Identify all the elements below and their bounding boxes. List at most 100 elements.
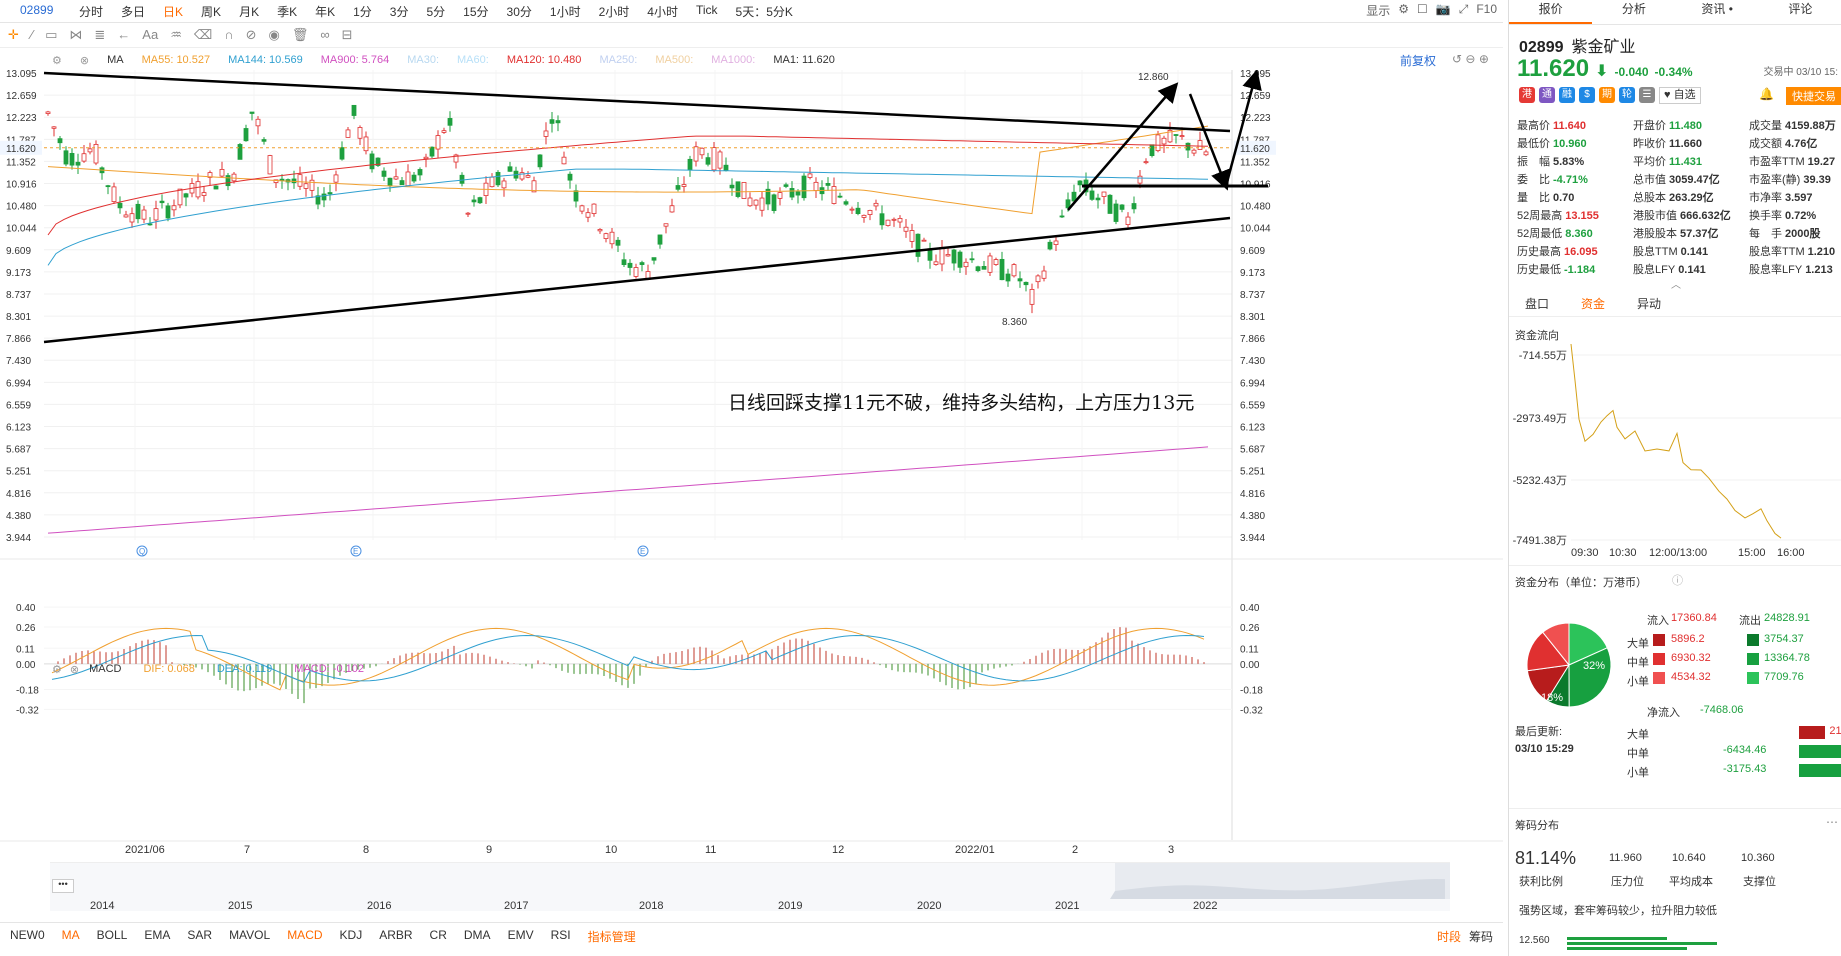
brush-tool-icon[interactable]: ♒ xyxy=(170,27,182,43)
settings-icon[interactable]: ⚙ xyxy=(52,663,62,676)
period-tab[interactable]: 5天：5分K xyxy=(727,3,802,20)
reset-icon[interactable]: ↺ xyxy=(1452,52,1462,66)
period-tab[interactable]: 日K xyxy=(154,3,192,20)
close-icon[interactable]: ⊗ xyxy=(80,54,89,70)
period-tab[interactable]: 15分 xyxy=(454,3,497,20)
period-tab[interactable]: 2小时 xyxy=(590,3,639,20)
indicator-tab[interactable]: MACD xyxy=(287,928,339,945)
expand-icon[interactable]: ⤢ xyxy=(1459,2,1469,19)
settings-icon[interactable]: ⚙ xyxy=(1398,2,1409,19)
adjust-button[interactable]: 前复权 xyxy=(1400,52,1436,69)
outflow-swatch xyxy=(1747,653,1759,665)
display-menu[interactable]: 显示 xyxy=(1366,2,1390,19)
arrow-tool-icon[interactable]: ← xyxy=(117,27,130,43)
period-tab[interactable]: 4小时 xyxy=(638,3,687,20)
crosshair-icon[interactable]: ✛ xyxy=(8,27,19,43)
eraser-icon[interactable]: ⌫ xyxy=(194,27,212,43)
add-watchlist-button[interactable]: ♥ 自选 xyxy=(1659,87,1701,104)
sub-tab[interactable]: 异动 xyxy=(1621,294,1677,316)
period-tab[interactable]: 季K xyxy=(268,3,306,20)
period-tab[interactable]: 5分 xyxy=(417,3,454,20)
period-segment-button[interactable]: 时段 xyxy=(1437,928,1461,945)
indicator-tab[interactable]: SAR xyxy=(187,928,229,945)
layers-icon[interactable]: ⊟ xyxy=(342,27,353,43)
zoom-in-icon[interactable]: ⊕ xyxy=(1479,52,1489,66)
margin-icon[interactable]: 融 xyxy=(1559,87,1575,103)
period-tab[interactable]: 分时 xyxy=(70,3,112,20)
indicator-tab[interactable]: MA xyxy=(62,928,97,945)
collapse-icon[interactable]: ︿ xyxy=(1671,276,1681,291)
ma-label[interactable]: MA xyxy=(107,54,124,70)
option-icon[interactable]: 期 xyxy=(1599,87,1615,103)
net-row-value: -6434.46 xyxy=(1723,744,1767,756)
quick-trade-button[interactable]: 快捷交易 xyxy=(1786,87,1841,105)
candle-body xyxy=(501,180,507,189)
time-navigator[interactable]: ••• 2014 2015 2016 2017 2018 2019 2020 2021 2022 xyxy=(50,862,1450,912)
period-tab[interactable]: 年K xyxy=(306,3,344,20)
panel-tab[interactable]: 分析 xyxy=(1592,0,1675,24)
window-icon[interactable]: ☐ xyxy=(1417,2,1428,19)
settings-icon[interactable]: ⚙ xyxy=(52,54,62,70)
period-tab[interactable]: 多日 xyxy=(112,3,154,20)
fib-tool-icon[interactable]: ≣ xyxy=(94,27,105,43)
candle-body xyxy=(63,150,69,165)
f10-button[interactable]: F10 xyxy=(1476,2,1497,19)
period-tab[interactable]: 1小时 xyxy=(541,3,590,20)
camera-icon[interactable]: 📷 xyxy=(1436,2,1451,19)
rect-tool-icon[interactable]: ▭ xyxy=(45,27,57,43)
sub-tab[interactable]: 盘口 xyxy=(1509,294,1565,316)
indicator-tab[interactable]: DMA xyxy=(464,928,508,945)
close-icon[interactable]: ⊗ xyxy=(70,663,79,676)
zoom-out-icon[interactable]: ⊖ xyxy=(1465,52,1475,66)
indicator-tab[interactable]: KDJ xyxy=(340,928,380,945)
pattern-tool-icon[interactable]: ⋈ xyxy=(69,27,82,43)
dollar-icon[interactable]: $ xyxy=(1579,87,1595,103)
warrant-icon[interactable]: 轮 xyxy=(1619,87,1635,103)
candle-body xyxy=(1059,215,1065,218)
line-tool-icon[interactable]: ⁄ xyxy=(31,27,33,43)
help-icon[interactable]: ⓘ xyxy=(1672,572,1683,588)
quote-label: 每 手 xyxy=(1749,228,1782,240)
candle-body xyxy=(69,152,75,166)
eye-icon[interactable]: ◉ xyxy=(268,27,279,43)
lock-icon[interactable]: ⊘ xyxy=(246,27,257,43)
indicator-tab[interactable]: NEW0 xyxy=(10,928,62,945)
link-icon[interactable]: ∞ xyxy=(320,27,329,43)
bell-icon[interactable]: 🔔 xyxy=(1759,87,1774,101)
macd-y-tick-label: -0.18 xyxy=(1240,685,1263,696)
period-tab[interactable]: 3分 xyxy=(381,3,418,20)
connect-icon[interactable]: 通 xyxy=(1539,87,1555,103)
candlestick-chart[interactable]: 13.09513.09512.65912.65912.22312.22311.7… xyxy=(0,70,1503,860)
stock-tags: 港 通 融 $ 期 轮 ☰ ♥ 自选 xyxy=(1519,87,1701,104)
period-tab[interactable]: 月K xyxy=(230,3,268,20)
stock-code[interactable]: 02899 xyxy=(20,3,53,17)
note-icon[interactable]: ☰ xyxy=(1639,87,1655,103)
indicator-tab[interactable]: RSI xyxy=(551,928,588,945)
indicator-tab[interactable]: BOLL xyxy=(97,928,145,945)
sub-tab[interactable]: 资金 xyxy=(1565,294,1621,316)
period-tab[interactable]: 30分 xyxy=(498,3,541,20)
indicator-tab[interactable]: EMV xyxy=(508,928,551,945)
macd-label[interactable]: MACD xyxy=(89,663,121,676)
indicator-tab[interactable]: CR xyxy=(430,928,464,945)
hk-icon[interactable]: 港 xyxy=(1519,87,1535,103)
candle-body xyxy=(1041,270,1047,279)
panel-tab[interactable]: 资讯 • xyxy=(1676,0,1759,24)
indicator-tab[interactable]: MAVOL xyxy=(229,928,287,945)
indicator-tab[interactable]: ARBR xyxy=(379,928,429,945)
indicator-tab[interactable]: EMA xyxy=(144,928,187,945)
magnet-icon[interactable]: ∩ xyxy=(224,27,233,43)
period-tab[interactable]: Tick xyxy=(687,3,727,20)
profit-ratio: 81.14% xyxy=(1515,848,1577,868)
x-tick-label: 2022/01 xyxy=(955,844,995,856)
panel-tab[interactable]: 报价 xyxy=(1509,0,1593,24)
period-tab[interactable]: 周K xyxy=(192,3,230,20)
chips-button[interactable]: 筹码 xyxy=(1469,928,1493,945)
panel-tab[interactable]: 评论 xyxy=(1759,0,1841,24)
text-tool-icon[interactable]: Aa xyxy=(142,27,158,43)
candle-body xyxy=(783,184,789,187)
more-icon[interactable]: ⋯ xyxy=(1826,815,1838,829)
indicator-tab[interactable]: 指标管理 xyxy=(588,928,653,945)
delete-icon[interactable]: 🗑 xyxy=(292,27,309,43)
period-tab[interactable]: 1分 xyxy=(344,3,381,20)
